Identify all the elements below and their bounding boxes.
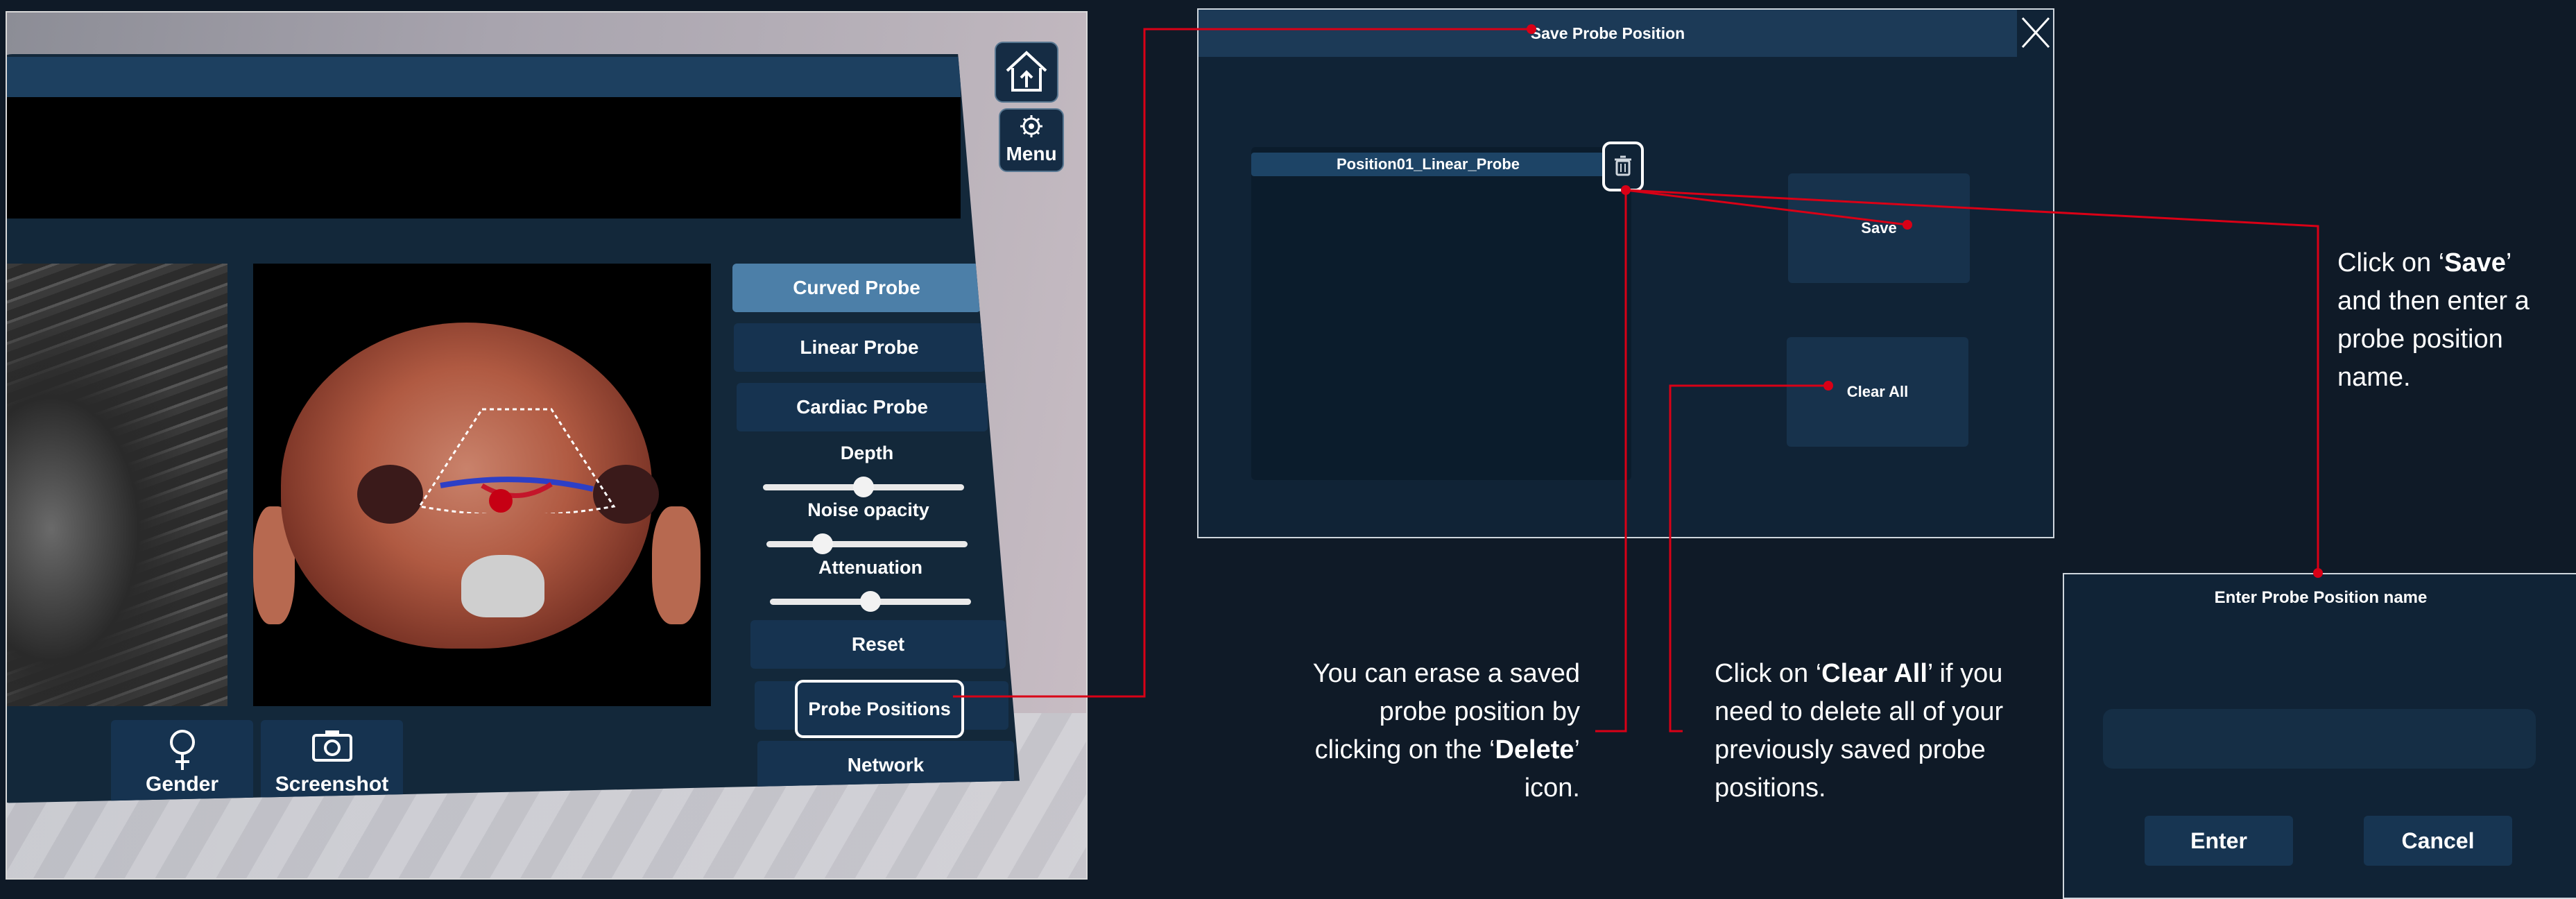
probe-positions-label: Probe Positions <box>808 698 951 719</box>
dialog-title: Save Probe Position <box>1530 24 1685 42</box>
menu-button[interactable]: Menu <box>999 108 1064 172</box>
anatomy-spine <box>461 555 544 617</box>
enter-label: Enter <box>2190 828 2247 853</box>
list-item[interactable]: Position01_Linear_Probe <box>1251 153 1605 176</box>
cancel-button[interactable]: Cancel <box>2364 816 2512 866</box>
depth-slider-handle[interactable] <box>853 477 874 497</box>
clear-all-button[interactable]: Clear All <box>1787 337 1968 447</box>
cardiac-probe-label: Cardiac Probe <box>796 396 928 418</box>
enter-button[interactable]: Enter <box>2145 816 2293 866</box>
delete-annotation: You can erase a saved probe position by … <box>1303 655 1580 807</box>
gender-label: Gender <box>145 773 219 796</box>
trash-icon <box>1615 155 1631 176</box>
dialog-title: Enter Probe Position name <box>2214 588 2428 607</box>
clear-all-annotation: Click on ‘Clear All’ if you need to dele… <box>1715 655 2034 807</box>
gear-icon <box>1020 115 1042 137</box>
note-text: Click on ‘ <box>1715 659 1822 688</box>
screenshot-button[interactable]: Screenshot <box>261 720 403 803</box>
note-text: Click on ‘ <box>2337 248 2445 277</box>
save-annotation: Click on ‘Save’ and then enter a probe p… <box>2337 244 2559 397</box>
curved-probe-button[interactable]: Curved Probe <box>732 264 981 312</box>
gender-button[interactable]: Gender <box>111 720 253 803</box>
note-emphasis: Save <box>2444 248 2506 277</box>
home-button[interactable] <box>995 42 1058 103</box>
noise-opacity-slider-handle[interactable] <box>812 533 833 554</box>
home-icon <box>1006 51 1047 92</box>
camera-icon <box>311 730 352 762</box>
probe-positions-button[interactable]: Probe Positions <box>795 680 964 738</box>
probe-position-marker[interactable] <box>489 489 513 513</box>
noise-opacity-label: Noise opacity <box>807 499 929 520</box>
note-emphasis: Delete <box>1495 735 1574 764</box>
menu-label: Menu <box>1006 143 1057 164</box>
enter-name-dialog: Enter Probe Position name Enter Cancel <box>2063 573 2576 899</box>
depth-label: Depth <box>840 443 894 463</box>
save-button[interactable]: Save <box>1788 173 1970 283</box>
vr-app-screenshot: Curved Probe Linear Probe Cardiac Probe … <box>6 11 1088 880</box>
anatomy-3d-view[interactable] <box>253 264 711 706</box>
attenuation-slider[interactable] <box>770 591 971 612</box>
ultrasound-fan-outline <box>418 408 616 513</box>
note-emphasis: Clear All <box>1821 659 1927 688</box>
female-icon <box>169 730 195 770</box>
linear-probe-label: Linear Probe <box>800 336 919 358</box>
cardiac-probe-button[interactable]: Cardiac Probe <box>737 383 988 431</box>
curved-probe-label: Curved Probe <box>793 277 920 298</box>
save-label: Save <box>1861 219 1897 237</box>
saved-positions-list[interactable]: Position01_Linear_Probe <box>1251 147 1631 480</box>
anatomy-arm-right <box>652 506 701 624</box>
save-probe-position-dialog: Save Probe Position Position01_Linear_Pr… <box>1197 8 2054 538</box>
close-button[interactable] <box>2020 14 2052 51</box>
linear-probe-button[interactable]: Linear Probe <box>734 323 985 372</box>
tablet-header-bar <box>7 57 961 97</box>
cancel-label: Cancel <box>2401 828 2475 853</box>
network-label: Network <box>847 754 925 776</box>
info-display-area <box>7 97 961 219</box>
close-icon <box>2021 17 2050 49</box>
tablet-panel: Curved Probe Linear Probe Cardiac Probe … <box>7 54 1020 803</box>
attenuation-label: Attenuation <box>818 557 922 578</box>
delete-button[interactable] <box>1602 142 1644 191</box>
depth-slider[interactable] <box>763 477 964 497</box>
attenuation-slider-handle[interactable] <box>860 591 881 612</box>
reset-label: Reset <box>851 633 905 655</box>
ultrasound-image <box>7 264 227 706</box>
reset-button[interactable]: Reset <box>750 620 1006 669</box>
clear-all-label: Clear All <box>1846 383 1909 400</box>
noise-opacity-slider[interactable] <box>766 533 968 554</box>
position-name-input[interactable] <box>2103 709 2536 769</box>
screenshot-label: Screenshot <box>275 773 389 796</box>
